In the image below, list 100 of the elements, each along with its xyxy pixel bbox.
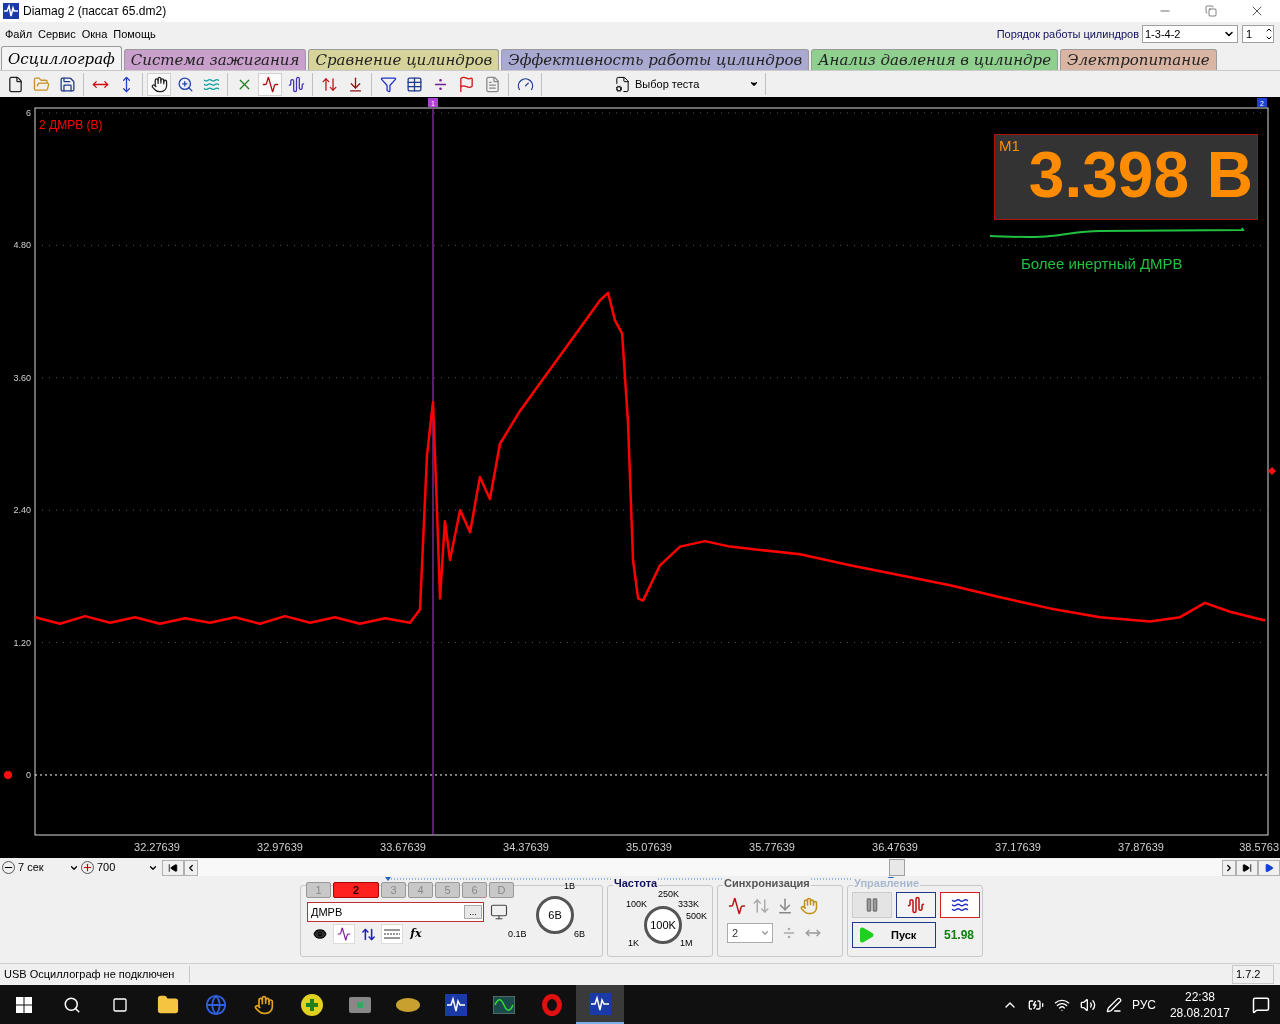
hand-icon — [254, 994, 274, 1015]
zero-level-marker[interactable] — [4, 771, 12, 779]
y-tick-label: 4.80 — [13, 240, 31, 251]
x-tick-label: 32.97639 — [257, 841, 303, 853]
x-tick-label: 36.47639 — [872, 841, 918, 853]
volume-icon[interactable] — [1079, 996, 1096, 1013]
skip-forward-icon — [1242, 862, 1252, 873]
hand-button[interactable] — [147, 72, 171, 96]
device-icon — [349, 996, 371, 1013]
x-tick-label: 37.87639 — [1118, 841, 1164, 853]
waveform-icon — [445, 993, 467, 1016]
browse-button[interactable]: ... — [464, 905, 482, 919]
menu-item[interactable]: Файл — [2, 25, 36, 43]
run-reading: 51.98 — [944, 927, 975, 944]
group-title: Частота — [613, 878, 659, 889]
step-down-icon[interactable] — [776, 897, 794, 915]
sync-channel-select[interactable]: 2 — [727, 923, 773, 943]
knob-scale-label: 1K — [628, 939, 639, 948]
tab[interactable]: Электропитание — [1060, 49, 1217, 70]
zoom-in-icon[interactable] — [81, 861, 94, 874]
task-view-icon — [112, 996, 128, 1013]
x-tick-label: 33.67639 — [380, 841, 426, 853]
pause-icon — [864, 897, 880, 913]
annotation-note: Более инертный ДМРВ — [1021, 255, 1183, 272]
group-title: Управление — [853, 878, 920, 889]
pen-icon[interactable] — [1105, 996, 1122, 1013]
waves-button[interactable] — [258, 72, 282, 96]
language-indicator[interactable]: РУС — [1131, 995, 1156, 1014]
first-button[interactable] — [162, 859, 184, 876]
waveform-icon — [337, 927, 351, 941]
plus-circle-icon — [301, 993, 323, 1016]
sine-icon — [287, 75, 305, 93]
x-tick-label: 38.5763 — [1239, 841, 1279, 853]
play-button[interactable] — [1258, 859, 1280, 876]
dropdown-icon — [749, 79, 759, 89]
waves-icon — [951, 896, 969, 914]
folder-icon — [32, 75, 50, 93]
cylinder-order-label: Порядок работы цилиндров — [996, 26, 1139, 42]
tab[interactable]: Сравнение цилиндров — [308, 49, 500, 70]
knob-scale-label: 1В — [564, 882, 575, 891]
zoom-icon — [176, 75, 194, 93]
channel-tab[interactable]: 2 — [333, 882, 379, 898]
notifications-icon[interactable] — [1252, 995, 1270, 1014]
status-message: USB Осциллограф не подключен — [0, 966, 190, 983]
knob-scale-label: 6В — [574, 930, 585, 939]
signal-name-field[interactable]: ДМРВ ... — [307, 902, 484, 922]
clock[interactable]: 22:38 28.08.2017 — [1165, 988, 1234, 1021]
menu-item[interactable]: Помощь — [110, 25, 159, 43]
rotary-knob[interactable]: 6В — [536, 896, 574, 934]
floppy-icon — [58, 75, 76, 93]
knob-scale-label: 500K — [686, 912, 708, 921]
spin-down-icon[interactable] — [1265, 34, 1273, 42]
scroll-thumb[interactable] — [889, 859, 905, 876]
windows-start-icon[interactable] — [16, 996, 32, 1013]
marker-line[interactable] — [432, 107, 434, 836]
test-settings-icon — [614, 75, 631, 93]
window-title: Diamag 2 (пассат 65.dm2) — [23, 3, 167, 20]
y-tick-label: 2.40 — [13, 505, 31, 516]
test-select[interactable]: Выбор теста — [610, 73, 766, 95]
search-icon — [63, 995, 81, 1014]
trigger-level-marker[interactable] — [1268, 467, 1276, 475]
cylinder-spinner[interactable]: 1 — [1242, 25, 1274, 43]
app-icon — [3, 3, 19, 19]
time-select[interactable]: 7 сек — [15, 859, 79, 876]
globe-icon — [205, 993, 227, 1016]
dashed-lines-icon — [384, 929, 400, 939]
points-select[interactable]: 700 — [94, 859, 158, 876]
tab[interactable]: Осциллограф — [1, 46, 122, 70]
up-down-arrows-icon — [360, 926, 376, 942]
tab[interactable]: Анализ давления в цилиндре — [811, 49, 1059, 70]
next-button[interactable] — [1222, 859, 1236, 876]
group-title: Синхронизация — [723, 878, 811, 889]
knob-scale-label: 0.1В — [508, 930, 527, 939]
tab[interactable]: Система зажигания — [123, 49, 307, 70]
rotary-knob[interactable]: 100K — [644, 906, 682, 944]
folder-icon — [157, 993, 179, 1016]
function-button[interactable]: fx — [405, 924, 427, 944]
waveform-button[interactable] — [333, 924, 355, 944]
eye-icon — [313, 927, 327, 941]
previous-button[interactable] — [184, 859, 198, 876]
oscilloscope-icon — [493, 995, 515, 1014]
waveform-icon — [589, 992, 611, 1015]
menu-item[interactable]: Окна — [78, 25, 111, 43]
manual-trigger-icon[interactable] — [800, 897, 818, 915]
monitor-icon[interactable] — [490, 903, 508, 921]
trace-legend: 2 ДМРВ (В) — [39, 118, 103, 132]
rising-edge-icon[interactable] — [728, 897, 746, 915]
spin-up-icon[interactable] — [1265, 26, 1273, 34]
cylinder-order-select[interactable]: 1-3-4-2 — [1142, 25, 1238, 43]
document-icon — [483, 75, 501, 93]
play-icon — [857, 926, 875, 944]
knob-scale-label: 250K — [658, 890, 680, 899]
last-button[interactable] — [1236, 859, 1258, 876]
new-file-icon — [6, 75, 24, 93]
tab[interactable]: Эффективность работы цилиндров — [501, 49, 810, 70]
hand-icon — [150, 75, 168, 93]
menu-item[interactable]: Сервис — [35, 25, 79, 43]
play-icon — [1264, 862, 1274, 873]
x-tick-label: 35.07639 — [626, 841, 672, 853]
y-tick-label: 6 — [26, 107, 31, 118]
